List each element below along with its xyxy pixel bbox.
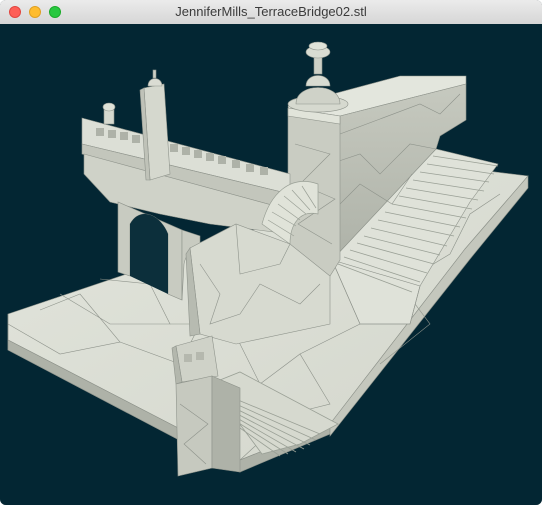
tower-pedestal [287,41,349,277]
title-bar[interactable]: JenniferMills_TerraceBridge02.stl [0,0,542,25]
stl-model-render[interactable] [0,24,542,505]
window-title: JenniferMills_TerraceBridge02.stl [175,4,367,19]
decorative-urn [287,41,349,113]
3d-viewport[interactable] [0,24,542,505]
app-window: JenniferMills_TerraceBridge02.stl [0,0,542,505]
front-pillar-block [175,375,241,477]
